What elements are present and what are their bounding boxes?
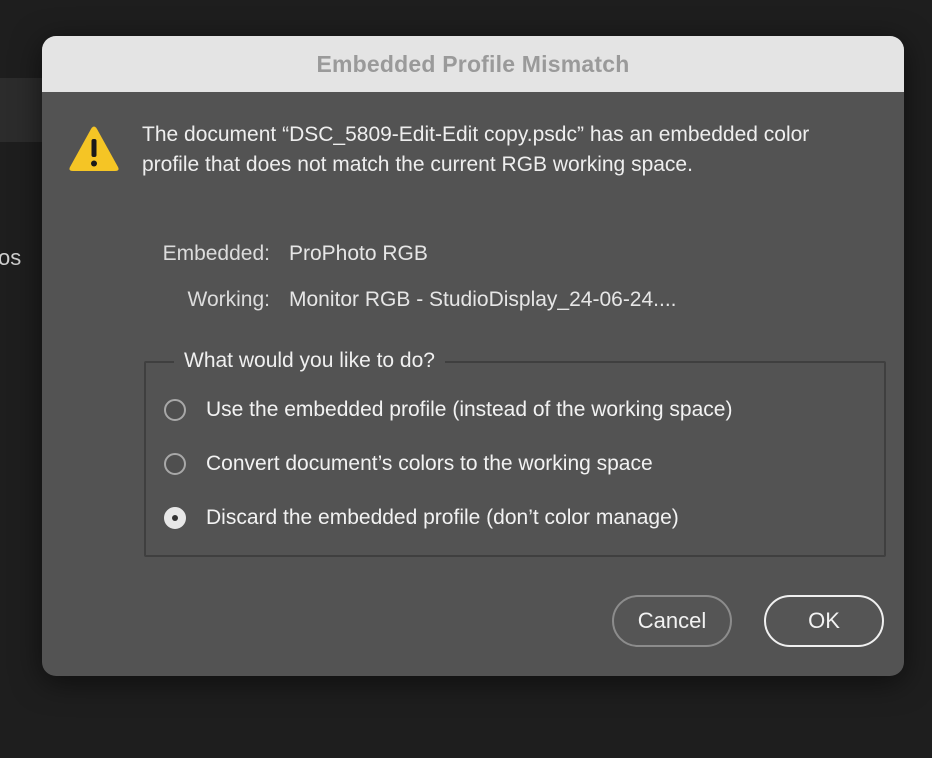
action-options-group: What would you like to do? Use the embed… [144, 346, 886, 557]
option-convert-colors[interactable]: Convert document’s colors to the working… [164, 447, 653, 481]
radio-use-embedded[interactable] [164, 399, 186, 421]
ok-button[interactable]: OK [764, 595, 884, 647]
warning-icon [69, 126, 119, 171]
option-convert-colors-label: Convert document’s colors to the working… [206, 452, 653, 475]
embedded-value: ProPhoto RGB [289, 242, 428, 265]
background-partial-text: os [0, 245, 22, 270]
cancel-button[interactable]: Cancel [612, 595, 732, 647]
radio-discard-profile[interactable] [164, 507, 186, 529]
option-use-embedded-label: Use the embedded profile (instead of the… [206, 398, 733, 421]
profile-mismatch-dialog: Embedded Profile Mismatch The document “… [42, 36, 904, 676]
embedded-label: Embedded: [162, 242, 270, 265]
option-use-embedded[interactable]: Use the embedded profile (instead of the… [164, 393, 732, 427]
option-discard-profile[interactable]: Discard the embedded profile (don’t colo… [164, 501, 679, 535]
working-label: Working: [187, 288, 270, 311]
group-legend: What would you like to do? [174, 346, 445, 376]
dialog-titlebar[interactable]: Embedded Profile Mismatch [42, 36, 904, 92]
working-value: Monitor RGB - StudioDisplay_24-06-24.... [289, 288, 677, 311]
dialog-title: Embedded Profile Mismatch [316, 50, 630, 77]
radio-convert-colors[interactable] [164, 453, 186, 475]
option-discard-profile-label: Discard the embedded profile (don’t colo… [206, 506, 679, 529]
dialog-message: The document “DSC_5809-Edit-Edit copy.ps… [142, 123, 810, 176]
